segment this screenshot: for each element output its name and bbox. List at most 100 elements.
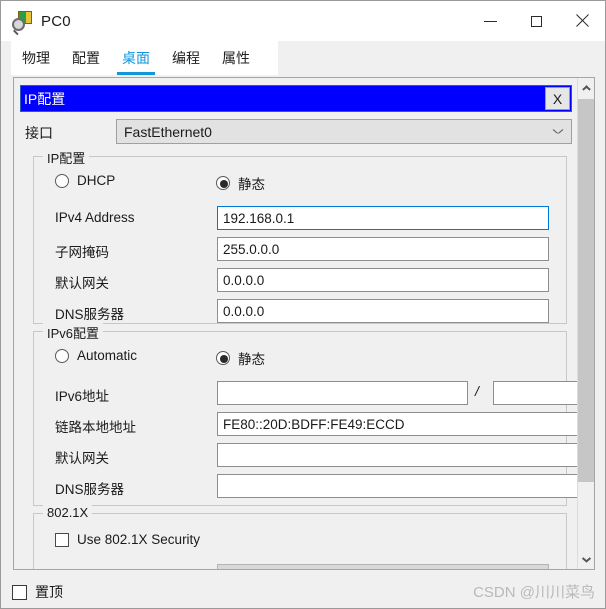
- dot1x-group-title: 802.1X: [43, 505, 93, 520]
- ipv6-link-local-row: 链路本地地址 FE80::20D:BDFF:FE49:ECCD: [34, 412, 579, 437]
- tab-desktop[interactable]: 桌面: [111, 41, 161, 75]
- dot1x-authentication-label: Authentication: [55, 568, 141, 569]
- ipv4-dns-label: DNS服务器: [55, 307, 125, 322]
- window-title: PC0: [41, 12, 71, 30]
- dot1x-use-security-checkbox[interactable]: Use 802.1X Security: [55, 532, 200, 547]
- radio-checked-icon: [216, 176, 230, 190]
- ipv6-link-local-value: FE80::20D:BDFF:FE49:ECCD: [223, 416, 405, 432]
- chevron-down-icon: [554, 129, 562, 137]
- ipv4-gateway-label: 默认网关: [55, 276, 109, 291]
- ipv4-dns-value: 0.0.0.0: [223, 303, 265, 319]
- ipv6-static-label: 静态: [238, 352, 265, 367]
- ipv6-config-group: IPv6配置 Automatic 静态 IPv6地址 / 链路本地地址 FE80…: [33, 323, 579, 506]
- ipv4-address-label: IPv4 Address: [55, 210, 135, 225]
- tab-label: 属性: [222, 50, 250, 66]
- ipv6-dns-row: DNS服务器: [34, 474, 579, 499]
- ipv4-dns-row: DNS服务器 0.0.0.0: [34, 299, 566, 324]
- interface-row: 接口 FastEthernet0: [20, 119, 572, 145]
- pin-on-top-label: 置顶: [35, 584, 63, 600]
- maximize-icon: [530, 15, 542, 27]
- ip-configuration-form: IP配置 X 接口 FastEthernet0 IP配置 DHCP 静态 IPv…: [14, 78, 594, 570]
- tab-config[interactable]: 配置: [61, 41, 111, 75]
- ipv4-static-radio[interactable]: 静态: [216, 173, 265, 193]
- desktop-content-panel: IP配置 X 接口 FastEthernet0 IP配置 DHCP 静态 IPv…: [13, 77, 595, 570]
- ipv4-address-row: IPv4 Address 192.168.0.1: [34, 206, 566, 231]
- window-title-bar: PC0: [1, 1, 605, 41]
- ipv6-dns-label: DNS服务器: [55, 482, 125, 497]
- dot1x-authentication-select[interactable]: MD5: [217, 564, 549, 570]
- radio-unchecked-icon: [55, 173, 69, 188]
- tab-label: 配置: [72, 50, 100, 66]
- ipv6-prefix-separator: /: [475, 383, 479, 399]
- ipv6-mode-row: Automatic 静态: [34, 348, 566, 372]
- ipv6-address-input[interactable]: [217, 381, 468, 405]
- ipv6-automatic-radio[interactable]: Automatic: [55, 348, 137, 363]
- window-bottom-bar: 置顶 CSDN @川川菜鸟: [1, 571, 605, 608]
- dot1x-use-security-label: Use 802.1X Security: [77, 532, 201, 547]
- scroll-up-button[interactable]: [578, 78, 594, 97]
- ip-config-close-button[interactable]: X: [545, 87, 570, 110]
- radio-checked-icon: [216, 351, 230, 365]
- ipv4-group-title: IP配置: [43, 148, 90, 167]
- ipv6-address-row: IPv6地址 /: [34, 381, 579, 406]
- ipv4-config-group: IP配置 DHCP 静态 IPv4 Address 192.168.0.1 子网…: [33, 148, 567, 324]
- ip-config-caption-bar: IP配置 X: [20, 85, 572, 112]
- chevron-up-icon: [582, 83, 591, 92]
- pc0-window: PC0 物理 配置 桌面 编程 属性 IP配置 X 接口 FastEtherne…: [0, 0, 606, 609]
- interface-label: 接口: [25, 125, 53, 141]
- checkbox-unchecked-icon: [55, 532, 69, 547]
- scroll-down-button[interactable]: [578, 550, 594, 569]
- minimize-button[interactable]: [467, 1, 513, 41]
- ipv4-subnet-mask-label: 子网掩码: [55, 245, 109, 260]
- watermark-text: CSDN @川川菜鸟: [473, 584, 595, 601]
- ipv6-gateway-row: 默认网关: [34, 443, 579, 468]
- close-button[interactable]: [559, 1, 605, 41]
- tab-programming[interactable]: 编程: [161, 41, 211, 75]
- radio-unchecked-icon: [55, 348, 69, 363]
- ipv4-dns-input[interactable]: 0.0.0.0: [217, 299, 549, 323]
- ipv4-subnet-mask-input[interactable]: 255.0.0.0: [217, 237, 549, 261]
- chevron-down-icon: [582, 555, 591, 564]
- vertical-scrollbar[interactable]: [577, 78, 594, 569]
- pin-on-top-checkbox[interactable]: 置顶: [12, 582, 63, 602]
- ipv6-automatic-label: Automatic: [77, 348, 138, 363]
- close-icon: [575, 14, 589, 28]
- tab-label: 编程: [172, 50, 200, 66]
- ipv4-dhcp-label: DHCP: [77, 173, 116, 188]
- ipv4-address-value: 192.168.0.1: [223, 210, 295, 226]
- window-controls: [467, 1, 605, 41]
- tab-physical[interactable]: 物理: [11, 41, 61, 75]
- dot1x-authentication-value: MD5: [224, 569, 253, 570]
- dot1x-config-group: 802.1X Use 802.1X Security Authenticatio…: [33, 505, 567, 570]
- ipv6-dns-input[interactable]: [217, 474, 579, 498]
- ipv4-mode-row: DHCP 静态: [34, 173, 566, 197]
- tab-label: 桌面: [122, 50, 150, 66]
- ipv6-gateway-input[interactable]: [217, 443, 579, 467]
- ipv6-static-radio[interactable]: 静态: [216, 348, 265, 368]
- scrollbar-thumb[interactable]: [578, 99, 594, 482]
- minimize-icon: [483, 20, 497, 22]
- ipv6-link-local-label: 链路本地地址: [55, 420, 136, 435]
- interface-select[interactable]: FastEthernet0: [116, 119, 572, 144]
- packet-tracer-pc-icon: [12, 11, 32, 36]
- ipv6-prefix-length-input[interactable]: [493, 381, 579, 405]
- ipv4-static-label: 静态: [238, 177, 265, 192]
- ipv6-link-local-input[interactable]: FE80::20D:BDFF:FE49:ECCD: [217, 412, 579, 436]
- ipv4-subnet-mask-value: 255.0.0.0: [223, 241, 280, 257]
- ipv6-address-label: IPv6地址: [55, 389, 110, 404]
- tab-strip: 物理 配置 桌面 编程 属性: [11, 41, 278, 75]
- ipv4-address-input[interactable]: 192.168.0.1: [217, 206, 549, 230]
- tab-attributes[interactable]: 属性: [211, 41, 261, 75]
- ipv4-gateway-value: 0.0.0.0: [223, 272, 265, 288]
- interface-selected-value: FastEthernet0: [124, 123, 212, 140]
- ipv4-dhcp-radio[interactable]: DHCP: [55, 173, 115, 188]
- ipv4-gateway-input[interactable]: 0.0.0.0: [217, 268, 549, 292]
- dot1x-authentication-row: Authentication MD5: [34, 564, 566, 570]
- ipv6-group-title: IPv6配置: [43, 323, 104, 342]
- checkbox-unchecked-icon: [12, 584, 27, 600]
- ip-config-caption-title: IP配置: [24, 90, 66, 107]
- ipv4-subnet-mask-row: 子网掩码 255.0.0.0: [34, 237, 566, 262]
- ipv6-gateway-label: 默认网关: [55, 451, 109, 466]
- maximize-button[interactable]: [513, 1, 559, 41]
- ip-config-close-label: X: [552, 90, 563, 107]
